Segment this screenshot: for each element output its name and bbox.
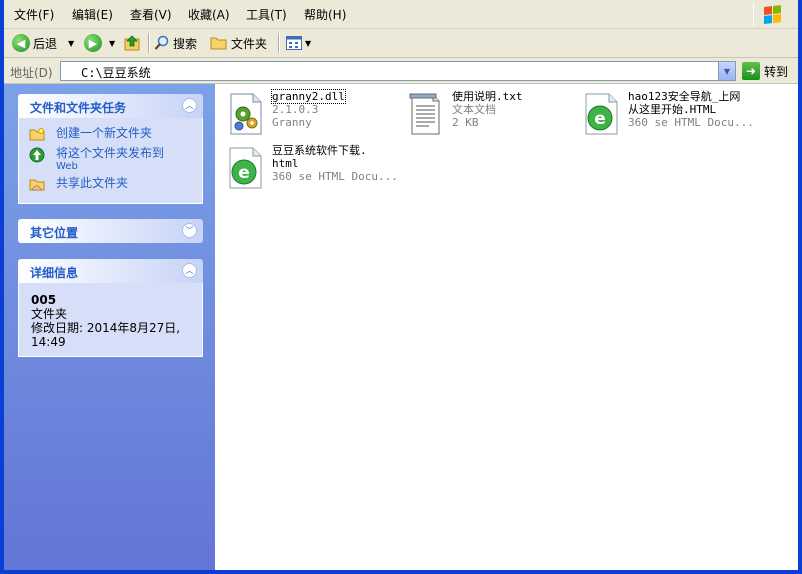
task-label: 将这个文件夹发布到 [56, 146, 165, 160]
windows-flag-icon [764, 5, 782, 25]
window-frame-bottom [0, 570, 802, 574]
back-button[interactable]: ◀ 后退 ▼ [12, 32, 74, 54]
details-modified-time: 14:49 [31, 335, 66, 349]
panel-body: 创建一个新文件夹 将这个文件夹发布到 Web 共享此文件夹 [18, 118, 203, 204]
publish-web-icon [29, 147, 45, 163]
window-frame-right [798, 0, 802, 574]
other-places-panel: 其它位置 ﹀ [18, 219, 203, 243]
back-arrow-icon: ◀ [12, 34, 30, 52]
search-label: 搜索 [173, 36, 198, 51]
toolbar: ◀ 后退 ▼ ▶ ▼ 搜索 文件夹 ▼ [4, 29, 798, 58]
text-document-icon [409, 93, 440, 135]
menu-file[interactable]: 文件(F) [14, 6, 54, 23]
file-size: 2 KB [452, 116, 479, 129]
file-name: 豆豆系统软件下载. [272, 144, 367, 157]
address-label: 地址(D) [10, 66, 53, 80]
details-name: 005 [31, 293, 57, 307]
menu-favorites[interactable]: 收藏(A) [188, 6, 230, 23]
expand-chevron-down-icon[interactable]: ﹀ [182, 223, 197, 238]
views-dropdown-icon[interactable]: ▼ [305, 39, 311, 48]
file-type: 360 se HTML Docu... [628, 116, 754, 129]
views-icon [286, 36, 302, 50]
views-button[interactable]: ▼ [286, 32, 311, 54]
dll-file-icon [230, 93, 262, 135]
file-type: 360 se HTML Docu... [272, 170, 398, 183]
task-pane: 文件和文件夹任务 ︿ 创建一个新文件夹 将这个文件夹发布到 Web 共享此文件夹… [4, 84, 215, 570]
address-bar: 地址(D) C:\豆豆系统 ▼ ➜ 转到 [4, 58, 798, 84]
task-label-web: Web [56, 161, 78, 172]
panel-header[interactable]: 详细信息 ︿ [18, 259, 203, 283]
panel-title: 详细信息 [30, 266, 79, 280]
file-company: Granny [272, 116, 312, 129]
folder-icon [210, 37, 227, 50]
panel-body: 005 文件夹 修改日期: 2014年8月27日, 14:49 [18, 283, 203, 357]
menu-bar: 文件(F) 编辑(E) 查看(V) 收藏(A) 工具(T) 帮助(H) [4, 0, 798, 29]
forward-button[interactable]: ▶ ▼ [84, 32, 115, 54]
360-browser-icon: e [229, 147, 262, 189]
panel-title: 文件和文件夹任务 [30, 101, 127, 115]
svg-text:e: e [238, 163, 250, 183]
svg-text:e: e [594, 109, 606, 129]
share-folder-icon [29, 179, 45, 191]
file-name-line2: html [272, 157, 299, 170]
collapse-chevron-up-icon[interactable]: ︿ [182, 98, 197, 113]
details-modified: 修改日期: 2014年8月27日, [31, 321, 181, 335]
go-button[interactable]: ➜ 转到 [742, 61, 788, 81]
file-item-granny2-dll[interactable]: granny2.dll 2.1.0.3 Granny [225, 89, 385, 136]
windows-logo [753, 3, 790, 27]
file-name: hao123安全导航_上网 [628, 90, 741, 103]
back-label: 后退 [33, 36, 58, 51]
file-item-readme-txt[interactable]: 使用说明.txt 文本文档 2 KB [405, 90, 575, 136]
up-folder-icon [124, 35, 140, 51]
collapse-chevron-up-icon[interactable]: ︿ [182, 263, 197, 278]
task-publish-web[interactable]: 将这个文件夹发布到 Web [19, 147, 202, 177]
file-version: 2.1.0.3 [272, 103, 319, 116]
menu-tools[interactable]: 工具(T) [246, 6, 287, 23]
back-dropdown-icon[interactable]: ▼ [68, 39, 74, 48]
forward-dropdown-icon[interactable]: ▼ [109, 39, 115, 48]
file-view: granny2.dll 2.1.0.3 Granny 使用说明.txt 文本文档… [215, 84, 798, 570]
go-label: 转到 [764, 64, 789, 79]
new-folder-icon [29, 128, 45, 141]
folders-label: 文件夹 [231, 36, 268, 51]
task-label: 创建一个新文件夹 [56, 126, 153, 140]
file-name: granny2.dll [271, 89, 346, 104]
360-browser-icon: e [585, 93, 618, 135]
file-folder-tasks-panel: 文件和文件夹任务 ︿ 创建一个新文件夹 将这个文件夹发布到 Web 共享此文件夹 [18, 94, 203, 204]
go-arrow-icon: ➜ [742, 62, 760, 80]
toolbar-separator [148, 33, 149, 53]
task-share-folder[interactable]: 共享此文件夹 [19, 177, 202, 197]
file-item-doudou-download-html[interactable]: e 豆豆系统软件下载. html 360 se HTML Docu... [225, 144, 405, 190]
panel-header[interactable]: 其它位置 ﹀ [18, 219, 203, 243]
up-folder-button[interactable] [124, 32, 142, 54]
file-type: 文本文档 [452, 103, 496, 116]
folders-button[interactable]: 文件夹 [210, 32, 267, 54]
file-name: 使用说明.txt [452, 90, 523, 103]
task-create-folder[interactable]: 创建一个新文件夹 [19, 127, 202, 147]
menu-edit[interactable]: 编辑(E) [72, 6, 113, 23]
menu-help[interactable]: 帮助(H) [304, 6, 346, 23]
file-name-line2: 从这里开始.HTML [628, 103, 717, 116]
address-input[interactable]: C:\豆豆系统 ▼ [60, 61, 736, 81]
forward-arrow-icon: ▶ [84, 34, 102, 52]
task-label: 共享此文件夹 [56, 176, 129, 190]
toolbar-separator [278, 33, 279, 53]
panel-title: 其它位置 [30, 226, 79, 240]
file-item-hao123-html[interactable]: e hao123安全导航_上网 从这里开始.HTML 360 se HTML D… [581, 90, 791, 136]
address-dropdown-icon[interactable]: ▼ [718, 62, 735, 80]
search-button[interactable]: 搜索 [154, 32, 197, 54]
address-path: C:\豆豆系统 [81, 66, 151, 80]
details-type: 文件夹 [31, 307, 68, 321]
search-icon [154, 35, 169, 50]
menu-view[interactable]: 查看(V) [130, 6, 172, 23]
details-panel: 详细信息 ︿ 005 文件夹 修改日期: 2014年8月27日, 14:49 [18, 259, 203, 357]
panel-header[interactable]: 文件和文件夹任务 ︿ [18, 94, 203, 118]
